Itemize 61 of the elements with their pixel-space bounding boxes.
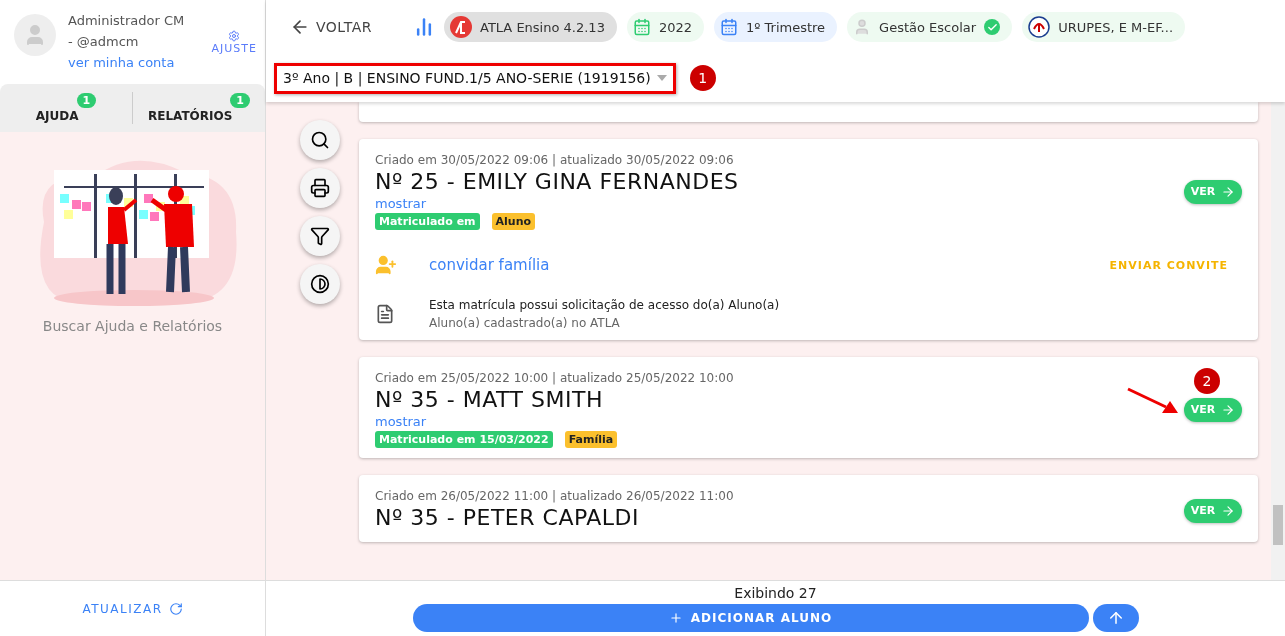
- student-name: Nº 25 - EMILY GINA FERNANDES: [375, 169, 739, 194]
- status-tag: Aluno: [491, 213, 536, 230]
- user-handle: - @admcm: [68, 33, 140, 51]
- search-button[interactable]: [300, 120, 340, 160]
- sidebar-tab[interactable]: RELATÓRIOS 1: [132, 92, 265, 124]
- scrollbar[interactable]: [1271, 102, 1285, 580]
- logo-icon: [450, 16, 472, 38]
- add-user-icon: [375, 254, 397, 276]
- pointer-arrow: [1126, 387, 1180, 415]
- status-tag: Família: [564, 431, 618, 448]
- document-icon: [375, 304, 395, 324]
- search-icon: [310, 130, 330, 150]
- contrast-button[interactable]: [300, 264, 340, 304]
- count-text: Exibindo 27: [734, 585, 817, 601]
- filter-icon: [310, 226, 330, 246]
- step-marker: 2: [1194, 368, 1220, 394]
- count-badge: 1: [230, 93, 250, 108]
- add-student-button[interactable]: ADICIONAR ALUNO: [412, 604, 1089, 632]
- status-tag: Matriculado em: [375, 213, 480, 230]
- gear-icon: [228, 30, 241, 42]
- emblem-icon: [1028, 16, 1051, 38]
- view-button[interactable]: VER: [1184, 397, 1242, 422]
- refresh-button[interactable]: ATUALIZAR: [76, 600, 189, 617]
- contrast-icon: [310, 274, 330, 294]
- back-button[interactable]: VOLTAR: [284, 16, 378, 38]
- sidebar-tab[interactable]: AJUDA 1: [0, 92, 132, 124]
- view-button[interactable]: VER: [1184, 179, 1242, 204]
- student-name: Nº 35 - MATT SMITH: [375, 387, 603, 412]
- show-link[interactable]: mostrar: [375, 196, 427, 211]
- show-link[interactable]: mostrar: [375, 414, 427, 429]
- settings-button[interactable]: AJUSTE: [211, 30, 257, 55]
- context-chip[interactable]: URUPES, E M-EF...: [1022, 12, 1185, 42]
- view-button[interactable]: VER: [1184, 498, 1242, 523]
- step-marker: 1: [689, 65, 716, 91]
- note-subtext: Aluno(a) cadastrado(a) no ATLA: [429, 316, 621, 330]
- student-name: Nº 35 - PETER CAPALDI: [375, 505, 640, 530]
- timestamp-text: Criado em 25/05/2022 10:00 | atualizado 25/05/2022 10:00: [375, 371, 734, 385]
- caret-icon: [656, 75, 667, 81]
- scroll-top-button[interactable]: [1092, 604, 1139, 632]
- note-text: Esta matrícula possui solicitação de acesso do(a) Aluno(a): [429, 298, 780, 312]
- timestamp-text: Criado em 26/05/2022 11:00 | atualizado 26/05/2022 11:00: [375, 489, 734, 503]
- context-chip[interactable]: ATLA Ensino 4.2.13: [444, 12, 617, 42]
- print-button[interactable]: [300, 168, 340, 208]
- plus-icon: [668, 611, 683, 625]
- empty-state-text: Buscar Ajuda e Relatórios: [42, 318, 223, 334]
- count-badge: 1: [76, 93, 97, 108]
- invite-link[interactable]: convidar família: [429, 256, 1104, 274]
- bar-chart-icon[interactable]: [414, 17, 434, 37]
- context-chip[interactable]: 2022: [626, 12, 704, 42]
- filter-button[interactable]: [300, 216, 340, 256]
- printer-icon: [310, 178, 330, 198]
- account-link[interactable]: ver minha conta: [68, 52, 200, 73]
- user-name: Administrador CM: [68, 12, 186, 30]
- context-chip[interactable]: Gestão Escolar: [847, 12, 1013, 42]
- class-dropdown[interactable]: 3º Ano | B | ENSINO FUND.1/5 ANO-SERIE (1919156): [274, 62, 676, 94]
- timestamp-text: Criado em 30/05/2022 09:06 | atualizado 30/05/2022 09:06: [375, 153, 734, 167]
- calendar-icon: [720, 18, 738, 36]
- context-chip[interactable]: 1º Trimestre: [714, 12, 838, 42]
- refresh-icon: [168, 601, 183, 616]
- status-tag: Matriculado em 15/03/2022: [375, 431, 553, 448]
- calendar-icon: [632, 18, 651, 36]
